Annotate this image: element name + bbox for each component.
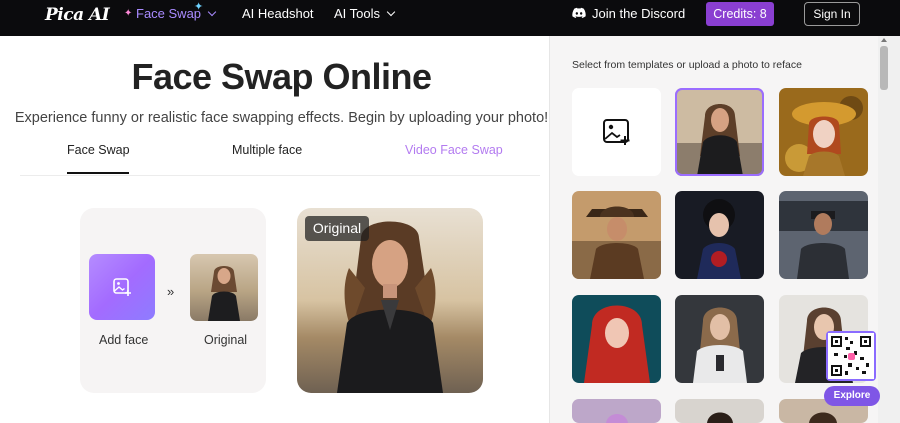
discord-icon <box>572 7 586 18</box>
original-thumbnail[interactable] <box>190 254 258 321</box>
credits-button[interactable]: Credits: 8 <box>706 2 774 26</box>
add-face-caption: Add face <box>99 333 149 347</box>
tab-divider <box>20 175 540 176</box>
add-image-icon <box>603 119 630 145</box>
panel-scrollbar[interactable] <box>878 36 900 423</box>
nav-face-swap[interactable]: Face Swap <box>136 0 217 28</box>
join-discord-link[interactable]: Join the Discord <box>592 0 685 28</box>
tab-face-swap[interactable]: Face Swap <box>67 143 130 159</box>
template-tile[interactable] <box>675 191 764 279</box>
panel-title: Select from templates or upload a photo … <box>572 59 802 71</box>
tab-multiple-face[interactable]: Multiple face <box>232 143 302 159</box>
sign-in-button[interactable]: Sign In <box>804 2 860 26</box>
add-image-icon <box>113 278 131 296</box>
template-tile[interactable] <box>572 191 661 279</box>
page-subtitle: Experience funny or realistic face swapp… <box>14 110 549 126</box>
chevron-down-icon <box>207 7 217 17</box>
template-tile[interactable] <box>675 88 764 176</box>
nav-face-swap-label: Face Swap <box>136 6 202 21</box>
upload-photo-tile[interactable] <box>572 88 661 176</box>
qr-code <box>826 331 876 381</box>
template-tile[interactable] <box>675 399 764 423</box>
explore-button[interactable]: Explore <box>824 386 880 406</box>
page-title: Face Swap Online <box>131 56 432 97</box>
nav-ai-tools[interactable]: AI Tools <box>334 0 396 28</box>
scroll-up-arrow-icon[interactable] <box>881 38 887 42</box>
tab-video-face-swap[interactable]: Video Face Swap <box>405 143 503 159</box>
sparkle-icon: ✦ <box>124 8 133 19</box>
logo[interactable]: Pica AI <box>45 5 110 25</box>
template-tile[interactable] <box>572 399 661 423</box>
scrollbar-thumb[interactable] <box>880 46 888 90</box>
nav-ai-headshot[interactable]: AI Headshot <box>242 0 314 28</box>
template-tile[interactable] <box>779 88 868 176</box>
original-caption: Original <box>204 333 248 347</box>
active-tab-underline <box>67 172 129 174</box>
chevron-down-icon <box>386 7 396 17</box>
arrow-icon: » <box>167 284 175 299</box>
original-badge: Original <box>305 216 369 241</box>
add-face-button[interactable] <box>89 254 155 320</box>
template-tile[interactable] <box>675 295 764 383</box>
template-tile[interactable] <box>572 295 661 383</box>
template-tile[interactable] <box>779 191 868 279</box>
nav-ai-tools-label: AI Tools <box>334 6 381 21</box>
top-navbar: Pica AI ✦ ✦ Face Swap AI Headshot AI Too… <box>0 0 900 36</box>
